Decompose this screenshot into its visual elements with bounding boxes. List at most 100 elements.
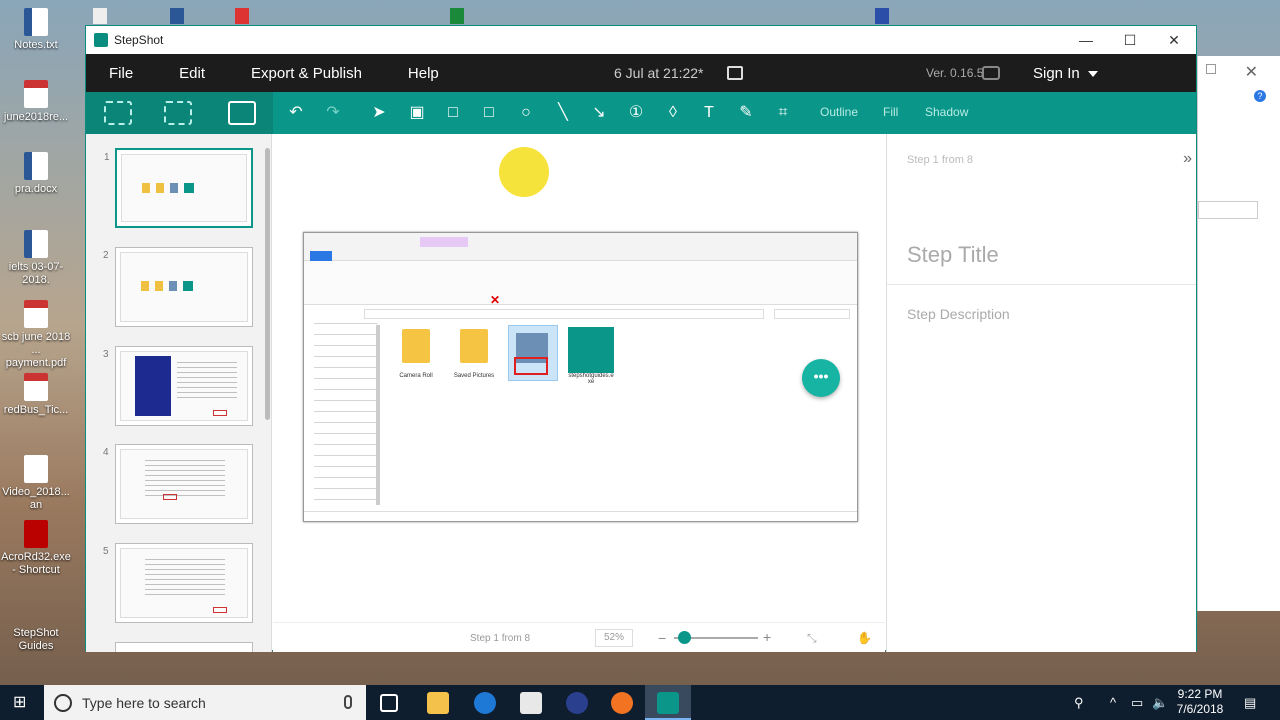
document-date: 6 Jul at 21:22* xyxy=(614,65,704,81)
desktop-network-icon[interactable] xyxy=(875,8,889,24)
desktop-app-icon[interactable] xyxy=(235,8,249,24)
desktop-icon-stepshot[interactable]: StepShot Guides xyxy=(0,596,133,653)
pdf-icon xyxy=(24,300,48,328)
menu-export-publish[interactable]: Export & Publish xyxy=(228,65,385,82)
desktop-icon-scb[interactable]: scb june 2018 ... payment.pdf xyxy=(0,300,72,370)
undo-icon[interactable]: ↶ xyxy=(286,104,306,122)
outline-option[interactable]: Outline xyxy=(820,105,858,119)
editor-canvas[interactable]: ✕ Camera Roll Saved Pictures stepshotgui… xyxy=(273,134,885,652)
volume-icon[interactable]: 🔈 xyxy=(1152,695,1168,711)
tray-chevron-icon[interactable]: ^ xyxy=(1110,695,1116,710)
update-icon[interactable] xyxy=(982,66,1000,80)
collapse-panel-icon[interactable]: » xyxy=(1183,150,1192,168)
circle-tool-icon[interactable]: ○ xyxy=(516,104,536,122)
restore-icon[interactable] xyxy=(1206,64,1216,74)
chevron-down-icon[interactable] xyxy=(1088,71,1098,77)
zoom-value[interactable]: 52% xyxy=(595,629,633,647)
text-tool-icon[interactable]: T xyxy=(699,104,719,122)
thumbnail-step-3[interactable]: 3 xyxy=(103,346,253,426)
folder-label: Camera Roll xyxy=(399,373,433,379)
thumbnail-step-6[interactable] xyxy=(115,642,253,652)
blur-tool-icon[interactable]: ▣ xyxy=(407,104,427,122)
desktop-icon-acrord[interactable]: AcroRd32.exe - Shortcut xyxy=(0,520,72,577)
folder-label: Saved Pictures xyxy=(453,373,495,379)
desktop-icon-redbus[interactable]: redBus_Tic... xyxy=(0,373,72,417)
step-title-field[interactable]: Step Title xyxy=(907,242,999,268)
search-box[interactable] xyxy=(1198,201,1258,219)
hand-tool-icon[interactable]: ✋ xyxy=(857,631,872,645)
window-controls: — ☐ ✕ xyxy=(1064,26,1196,54)
capture-region-icon[interactable] xyxy=(164,101,192,125)
thumbnails-scrollbar[interactable] xyxy=(265,148,270,420)
capture-window-icon[interactable] xyxy=(104,101,132,125)
line-tool-icon[interactable]: ╲ xyxy=(553,104,573,122)
desktop-word-icon[interactable] xyxy=(170,8,184,24)
import-icon[interactable] xyxy=(228,101,256,125)
zoom-in-button[interactable]: + xyxy=(763,629,771,645)
edit-name-icon[interactable] xyxy=(727,66,743,80)
fit-screen-icon[interactable]: ⤡ xyxy=(807,631,817,646)
crop-icon[interactable]: ⌗ xyxy=(773,104,793,122)
network-icon[interactable]: ▭ xyxy=(1131,695,1143,711)
delete-icon: ✕ xyxy=(490,293,501,307)
number-tool-icon[interactable]: ① xyxy=(626,104,646,122)
taskbar-search-placeholder[interactable]: Type here to search xyxy=(82,695,206,711)
app-icon[interactable] xyxy=(566,692,588,714)
close-button[interactable]: ✕ xyxy=(1152,26,1196,54)
desktop-icon-video[interactable]: Video_2018... an xyxy=(0,455,72,512)
menu-edit[interactable]: Edit xyxy=(156,65,228,82)
edge-icon[interactable] xyxy=(474,692,496,714)
clock-date: 7/6/2018 xyxy=(1176,702,1224,716)
help-icon[interactable]: ? xyxy=(1254,90,1266,102)
people-icon[interactable]: ⚲ xyxy=(1074,695,1084,711)
windows-start-icon[interactable]: ⊞ xyxy=(13,695,29,711)
desktop-icon-ielts[interactable]: ielts 03-07-2018. xyxy=(0,230,72,287)
highlighter-icon[interactable]: ✎ xyxy=(736,104,756,122)
thumbnail-step-5[interactable]: 5 xyxy=(103,543,253,623)
menu-help[interactable]: Help xyxy=(385,65,462,82)
thumbnail-step-2[interactable]: 2 xyxy=(103,247,253,327)
step-counter: Step 1 from 8 xyxy=(470,633,531,644)
desktop-pycharm-icon[interactable] xyxy=(450,8,464,24)
menu-file[interactable]: File xyxy=(86,65,156,82)
close-icon[interactable]: ✕ xyxy=(1245,62,1258,82)
more-actions-button[interactable]: ••• xyxy=(802,359,840,397)
file-explorer-icon[interactable] xyxy=(427,692,449,714)
store-icon[interactable] xyxy=(520,692,542,714)
thumbnail-preview xyxy=(120,449,248,519)
square-tool-icon[interactable]: □ xyxy=(479,104,499,122)
firefox-icon[interactable] xyxy=(611,692,633,714)
capture-tools xyxy=(86,92,273,134)
thumbnail-step-4[interactable]: 4 xyxy=(103,444,253,524)
fill-option[interactable]: Fill xyxy=(883,105,898,119)
desktop-top-icons xyxy=(85,0,1280,26)
notifications-icon[interactable]: ▤ xyxy=(1244,695,1256,711)
sign-in-button[interactable]: Sign In xyxy=(1033,65,1080,82)
thumbnail-step-1[interactable]: 1 xyxy=(104,148,253,228)
shadow-option[interactable]: Shadow xyxy=(925,105,968,119)
arrow-tool-icon[interactable]: ↘ xyxy=(589,104,609,122)
rectangle-tool-icon[interactable]: □ xyxy=(443,104,463,122)
desktop-file-icon[interactable] xyxy=(93,8,107,24)
color-drop-icon[interactable]: ◊ xyxy=(663,104,683,122)
explorer-status-bar xyxy=(304,511,857,521)
thumbnail-preview xyxy=(120,351,248,421)
select-pointer-icon[interactable]: ➤ xyxy=(369,104,389,122)
step-description-field[interactable]: Step Description xyxy=(907,306,1010,322)
zoom-out-button[interactable]: − xyxy=(658,630,666,646)
cortana-icon xyxy=(54,694,72,712)
system-clock[interactable]: 9:22 PM 7/6/2018 xyxy=(1168,687,1232,717)
step-screenshot[interactable]: ✕ Camera Roll Saved Pictures stepshotgui… xyxy=(303,232,858,522)
highlight-rectangle xyxy=(514,357,548,375)
address-bar xyxy=(364,309,764,319)
zoom-slider-handle[interactable] xyxy=(678,631,692,644)
desktop-icon-pra[interactable]: pra.docx xyxy=(0,152,72,196)
microphone-icon[interactable] xyxy=(344,695,352,709)
desktop-icon-june2018[interactable]: june2018re... xyxy=(0,80,72,124)
document-icon xyxy=(24,230,48,258)
maximize-button[interactable]: ☐ xyxy=(1108,26,1152,54)
minimize-button[interactable]: — xyxy=(1064,26,1108,54)
task-view-icon[interactable] xyxy=(380,694,398,712)
desktop-icon-notes[interactable]: Notes.txt xyxy=(0,8,72,52)
redo-icon[interactable]: ↷ xyxy=(323,104,343,122)
